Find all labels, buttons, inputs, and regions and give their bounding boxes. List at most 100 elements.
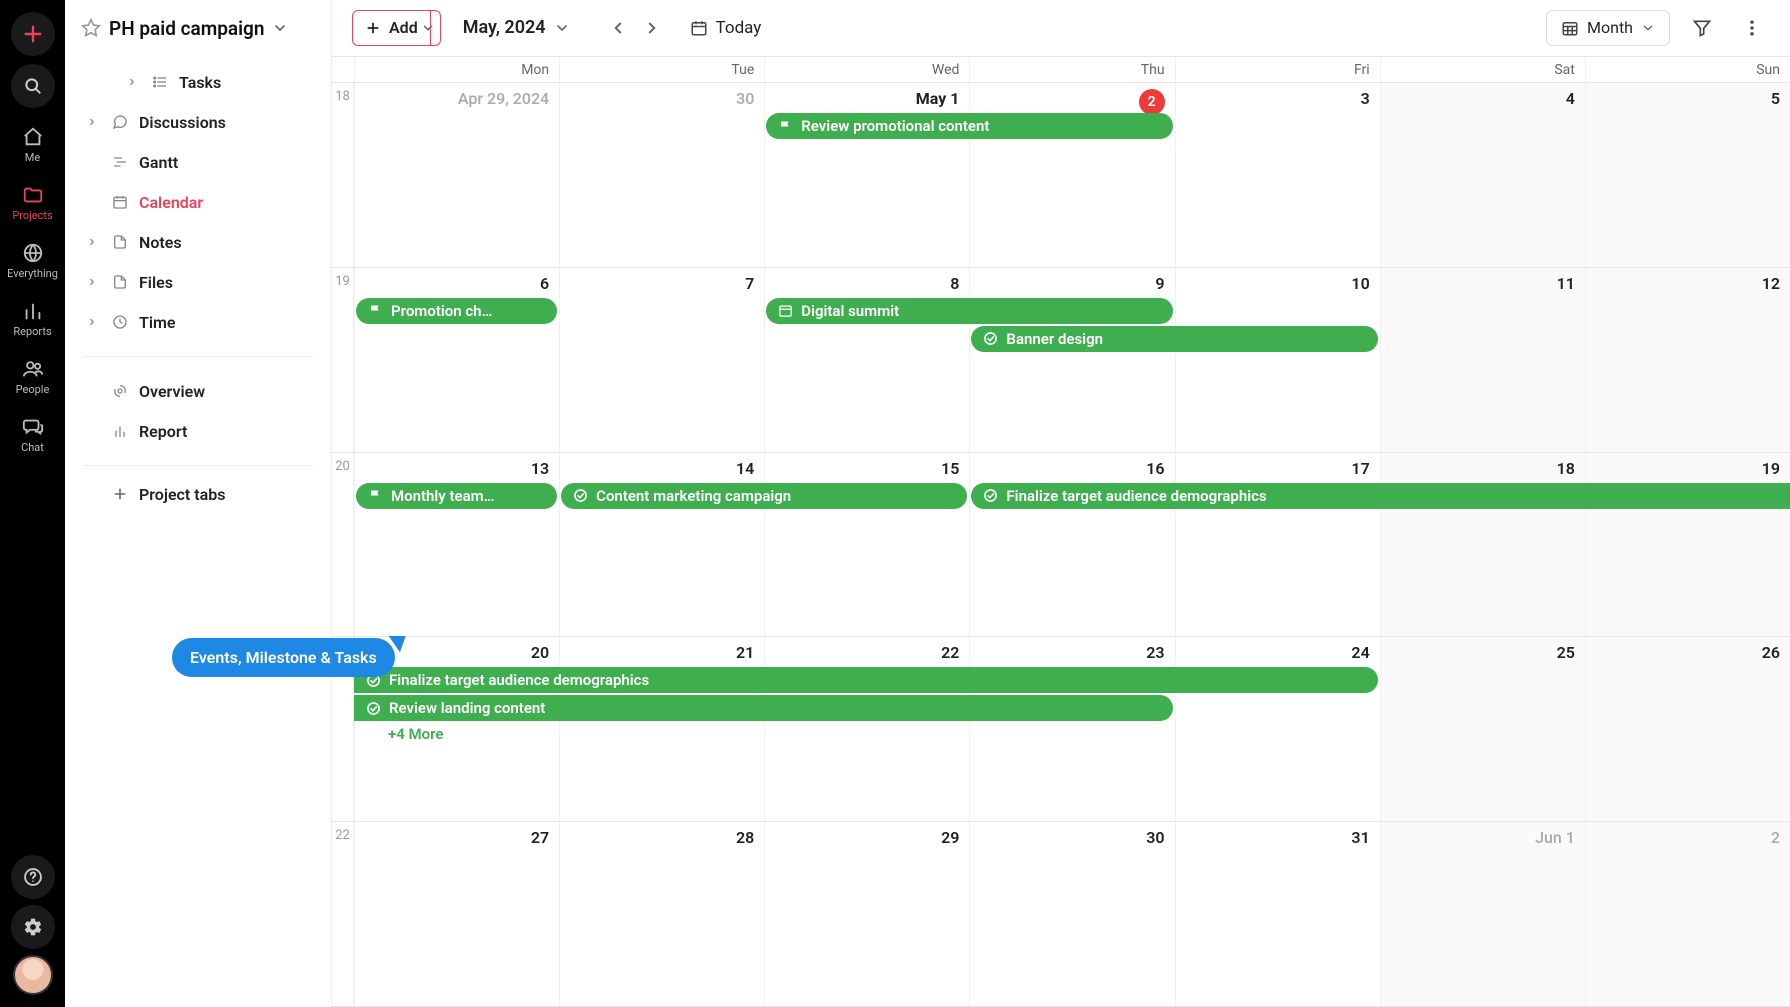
main-area: Add May, 2024 Today Month bbox=[332, 0, 1790, 1007]
day-number: 15 bbox=[941, 459, 959, 478]
flag-icon bbox=[368, 303, 383, 318]
calendar-event[interactable]: Review landing content bbox=[354, 695, 1173, 721]
event-layer: Promotion ch… Digital summit Banner design bbox=[354, 298, 1790, 452]
day-number: 20 bbox=[531, 643, 549, 662]
day-header: Sat bbox=[1380, 57, 1585, 82]
next-button[interactable] bbox=[636, 12, 668, 44]
day-number: 14 bbox=[736, 459, 754, 478]
more-events-button[interactable]: +4 More bbox=[370, 723, 444, 745]
chevron-down-icon bbox=[554, 20, 570, 36]
global-add-button[interactable] bbox=[11, 12, 55, 56]
plus-icon bbox=[111, 485, 129, 503]
everything-icon bbox=[22, 242, 44, 264]
sidebar-item-files[interactable]: Files bbox=[65, 262, 331, 302]
day-number: 13 bbox=[531, 459, 549, 478]
rail-item-reports[interactable]: Reports bbox=[1, 290, 65, 348]
report-icon bbox=[111, 422, 129, 440]
sidebar-item-gantt[interactable]: Gantt bbox=[65, 142, 331, 182]
week-number: 19 bbox=[332, 268, 354, 452]
more-button[interactable] bbox=[1734, 10, 1770, 46]
day-number: Apr 29, 2024 bbox=[458, 89, 549, 108]
check-icon bbox=[366, 701, 381, 716]
month-picker[interactable]: May, 2024 bbox=[455, 17, 578, 38]
day-number: Jun 1 bbox=[1535, 828, 1575, 847]
view-picker[interactable]: Month bbox=[1546, 10, 1670, 46]
day-number: May 1 bbox=[916, 89, 960, 108]
calendar-icon bbox=[111, 193, 129, 211]
event-label: Digital summit bbox=[801, 302, 899, 320]
sidebar-item-label: Time bbox=[139, 313, 176, 332]
project-title: PH paid campaign bbox=[109, 17, 264, 40]
day-number: 30 bbox=[736, 89, 754, 108]
flag-icon bbox=[368, 488, 383, 503]
week-number: 18 bbox=[332, 83, 354, 267]
sidebar-item-notes[interactable]: Notes bbox=[65, 222, 331, 262]
day-number: 21 bbox=[736, 643, 754, 662]
rail-item-me[interactable]: Me bbox=[1, 116, 65, 174]
calendar-event[interactable]: Finalize target audience demographics bbox=[971, 483, 1790, 509]
calendar-event[interactable]: Review promotional content bbox=[766, 113, 1172, 139]
event-label: Monthly team… bbox=[391, 487, 495, 505]
sidebar-item-tasks[interactable]: Tasks bbox=[65, 62, 331, 102]
rail-item-everything[interactable]: Everything bbox=[1, 232, 65, 290]
day-number: 30 bbox=[1146, 828, 1164, 847]
user-avatar[interactable] bbox=[13, 955, 53, 995]
day-number: 18 bbox=[1557, 459, 1575, 478]
day-number: 17 bbox=[1351, 459, 1369, 478]
project-selector[interactable]: PH paid campaign bbox=[65, 0, 331, 56]
left-rail: MeProjectsEverythingReportsPeopleChat bbox=[0, 0, 65, 1007]
filter-icon bbox=[1692, 18, 1712, 38]
sidebar-item-label: Discussions bbox=[139, 113, 226, 132]
sidebar-item-report[interactable]: Report bbox=[65, 411, 331, 451]
sidebar-item-label: Notes bbox=[139, 233, 182, 252]
month-label: May, 2024 bbox=[463, 17, 546, 38]
day-number: 8 bbox=[950, 274, 959, 293]
add-dropdown-button[interactable] bbox=[417, 10, 441, 46]
calendar-event[interactable]: Content marketing campaign bbox=[561, 483, 967, 509]
chevron-right-icon bbox=[127, 77, 141, 87]
project-tabs-button[interactable]: Project tabs bbox=[65, 474, 331, 514]
day-header: Fri bbox=[1175, 57, 1380, 82]
sidebar-item-discussions[interactable]: Discussions bbox=[65, 102, 331, 142]
rail-item-chat[interactable]: Chat bbox=[1, 406, 65, 464]
event-layer bbox=[354, 852, 1790, 1006]
check-icon bbox=[573, 488, 588, 503]
settings-button[interactable] bbox=[11, 905, 55, 949]
prev-button[interactable] bbox=[602, 12, 634, 44]
calendar-event[interactable]: Banner design bbox=[971, 326, 1377, 352]
day-number: 11 bbox=[1557, 274, 1575, 293]
add-label: Add bbox=[389, 18, 418, 37]
sidebar-item-overview[interactable]: Overview bbox=[65, 371, 331, 411]
rail-item-people[interactable]: People bbox=[1, 348, 65, 406]
search-button[interactable] bbox=[11, 64, 55, 108]
today-label: Today bbox=[716, 18, 762, 38]
calendar-event[interactable]: Promotion ch… bbox=[356, 298, 557, 324]
day-header: Thu bbox=[969, 57, 1174, 82]
event-layer: Finalize target audience demographicsRev… bbox=[354, 667, 1790, 821]
tasks-icon bbox=[151, 73, 169, 91]
day-number: 24 bbox=[1351, 643, 1369, 662]
calendar-event[interactable]: Monthly team… bbox=[356, 483, 557, 509]
calendar-event[interactable]: Digital summit bbox=[766, 298, 1172, 324]
calendar-icon bbox=[690, 19, 708, 37]
calendar-week: 196789101112Promotion ch…Digital summitB… bbox=[332, 268, 1790, 453]
calendar-event[interactable]: Finalize target audience demographics bbox=[354, 667, 1378, 693]
day-header: Tue bbox=[559, 57, 764, 82]
help-button[interactable] bbox=[11, 855, 55, 899]
sidebar-item-time[interactable]: Time bbox=[65, 302, 331, 342]
sidebar-item-label: Files bbox=[139, 273, 173, 292]
cal-icon bbox=[778, 303, 793, 318]
view-label: Month bbox=[1587, 18, 1633, 37]
time-icon bbox=[111, 313, 129, 331]
people-icon bbox=[22, 358, 44, 380]
today-button[interactable]: Today bbox=[682, 18, 770, 38]
calendar-week: 222728293031Jun 12 bbox=[332, 822, 1790, 1007]
day-number: 6 bbox=[540, 274, 549, 293]
sidebar-item-calendar[interactable]: Calendar bbox=[65, 182, 331, 222]
rail-item-projects[interactable]: Projects bbox=[1, 174, 65, 232]
toolbar: Add May, 2024 Today Month bbox=[332, 0, 1790, 56]
chevron-right-icon bbox=[87, 277, 101, 287]
calendar-header: MonTueWedThuFriSatSun bbox=[332, 57, 1790, 83]
filter-button[interactable] bbox=[1684, 10, 1720, 46]
more-vertical-icon bbox=[1742, 18, 1762, 38]
